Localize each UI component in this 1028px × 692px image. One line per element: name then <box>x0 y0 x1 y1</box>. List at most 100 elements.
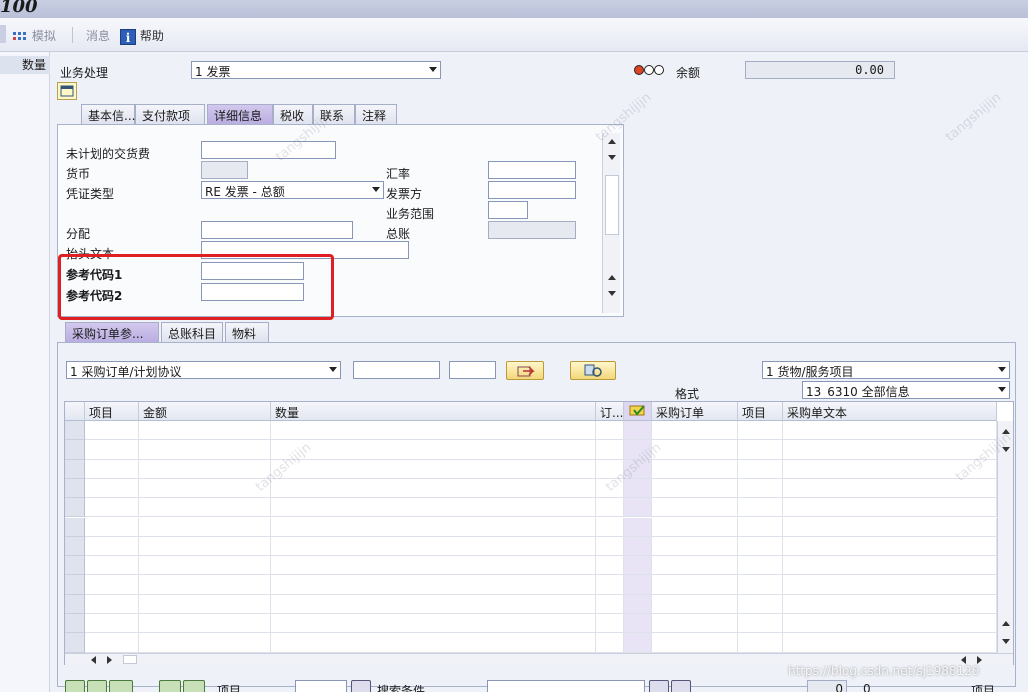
table-cell[interactable] <box>271 440 596 460</box>
table-cell[interactable] <box>652 498 738 518</box>
table-cell[interactable] <box>85 517 139 537</box>
col-header-quantity[interactable]: 数量 <box>271 402 596 421</box>
scroll-up-icon[interactable] <box>1002 429 1010 434</box>
scroll-left-icon[interactable] <box>91 656 96 664</box>
table-cell[interactable] <box>738 556 783 576</box>
table-cell[interactable] <box>596 556 624 576</box>
table-cell[interactable] <box>596 421 624 441</box>
row-selector[interactable] <box>65 440 85 460</box>
table-cell[interactable] <box>652 517 738 537</box>
delete-item-button[interactable] <box>87 680 107 692</box>
exchange-rate-input[interactable] <box>488 161 576 179</box>
table-row[interactable] <box>65 575 997 595</box>
table-cell[interactable] <box>624 421 652 441</box>
table-cell[interactable] <box>652 575 738 595</box>
table-cell[interactable] <box>624 498 652 518</box>
row-selector[interactable] <box>65 459 85 479</box>
table-cell[interactable] <box>271 614 596 634</box>
table-row[interactable] <box>65 517 997 537</box>
tab-tax[interactable]: 税收 <box>273 104 313 124</box>
table-cell[interactable] <box>85 421 139 441</box>
table-cell[interactable] <box>783 556 997 576</box>
row-selector[interactable] <box>65 421 85 441</box>
table-cell[interactable] <box>139 517 271 537</box>
table-cell[interactable] <box>652 421 738 441</box>
table-cell[interactable] <box>783 633 997 653</box>
table-row[interactable] <box>65 440 997 460</box>
po-item-input[interactable] <box>449 361 496 379</box>
table-cell[interactable] <box>783 421 997 441</box>
scroll-up-icon[interactable] <box>608 139 616 144</box>
table-cell[interactable] <box>783 575 997 595</box>
table-cell[interactable] <box>652 614 738 634</box>
tab-contact[interactable]: 联系 <box>313 104 355 124</box>
unplanned-delivery-input[interactable] <box>201 141 336 159</box>
table-cell[interactable] <box>596 478 624 499</box>
scroll-thumb[interactable] <box>123 655 137 664</box>
table-cell[interactable] <box>271 498 596 518</box>
table-cell[interactable] <box>139 575 271 595</box>
table-cell[interactable] <box>738 440 783 460</box>
scroll-up-icon[interactable] <box>608 275 616 280</box>
row-selector[interactable] <box>65 478 85 499</box>
table-row[interactable] <box>65 614 997 634</box>
simulate-button[interactable]: 模拟 <box>12 27 56 45</box>
table-cell[interactable] <box>139 421 271 441</box>
table-cell[interactable] <box>783 594 997 614</box>
table-cell[interactable] <box>624 614 652 634</box>
select-all-corner[interactable] <box>65 402 85 421</box>
table-cell[interactable] <box>652 459 738 479</box>
table-row[interactable] <box>65 594 997 614</box>
table-cell[interactable] <box>652 594 738 614</box>
reference-type-dropdown[interactable]: 1 采购订单/计划协议 <box>66 361 341 379</box>
tab-details[interactable]: 详细信息 <box>207 104 273 124</box>
table-cell[interactable] <box>139 594 271 614</box>
table-cell[interactable] <box>783 478 997 499</box>
find-next-button[interactable] <box>671 680 691 692</box>
table-cell[interactable] <box>624 478 652 499</box>
table-cell[interactable] <box>139 440 271 460</box>
table-cell[interactable] <box>624 556 652 576</box>
table-cell[interactable] <box>596 575 624 595</box>
scroll-thumb[interactable] <box>605 175 619 235</box>
col-header-status[interactable] <box>624 402 652 421</box>
row-selector[interactable] <box>65 633 85 653</box>
table-cell[interactable] <box>783 440 997 460</box>
tab-basic-info[interactable]: 基本信... <box>81 104 135 124</box>
table-cell[interactable] <box>624 594 652 614</box>
table-cell[interactable] <box>85 614 139 634</box>
table-cell[interactable] <box>85 556 139 576</box>
table-cell[interactable] <box>783 498 997 518</box>
scroll-right-icon[interactable] <box>977 656 982 664</box>
table-cell[interactable] <box>271 421 596 441</box>
scroll-left-icon[interactable] <box>961 656 966 664</box>
help-button[interactable]: i 帮助 <box>120 27 164 45</box>
row-selector[interactable] <box>65 556 85 576</box>
multiple-selection-button[interactable] <box>570 361 616 380</box>
table-cell[interactable] <box>652 478 738 499</box>
table-vertical-scrollbar[interactable] <box>997 421 1013 653</box>
tab-payment[interactable]: 支付款项 <box>135 104 205 124</box>
table-cell[interactable] <box>271 517 596 537</box>
table-cell[interactable] <box>271 633 596 653</box>
scroll-down-icon[interactable] <box>1002 447 1010 452</box>
business-area-input[interactable] <box>488 201 528 219</box>
invoicing-party-input[interactable] <box>488 181 576 199</box>
row-selector[interactable] <box>65 517 85 537</box>
table-cell[interactable] <box>271 459 596 479</box>
detail-scrollbar[interactable] <box>602 133 620 313</box>
table-cell[interactable] <box>139 536 271 557</box>
row-selector[interactable] <box>65 614 85 634</box>
table-cell[interactable] <box>624 536 652 557</box>
table-cell[interactable] <box>596 536 624 557</box>
table-cell[interactable] <box>85 498 139 518</box>
table-cell[interactable] <box>85 478 139 499</box>
table-cell[interactable] <box>139 614 271 634</box>
table-row[interactable] <box>65 478 997 499</box>
table-cell[interactable] <box>596 614 624 634</box>
table-cell[interactable] <box>738 498 783 518</box>
table-cell[interactable] <box>85 575 139 595</box>
table-cell[interactable] <box>783 536 997 557</box>
table-row[interactable] <box>65 556 997 576</box>
table-cell[interactable] <box>652 633 738 653</box>
